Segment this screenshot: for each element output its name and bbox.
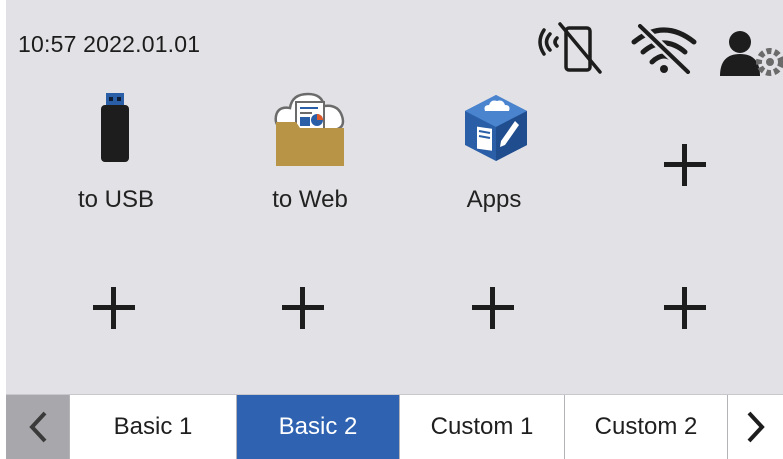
add-shortcut-button[interactable]: [664, 144, 706, 186]
tab-basic-1[interactable]: Basic 1: [69, 395, 236, 459]
chevron-left-icon: [28, 411, 46, 443]
tab-custom-1[interactable]: Custom 1: [399, 395, 564, 459]
add-shortcut-button[interactable]: [472, 287, 514, 329]
usb-drive-icon: [101, 93, 129, 162]
scroll-right-button[interactable]: [727, 395, 783, 459]
tab-custom-2[interactable]: Custom 2: [564, 395, 727, 459]
shortcut-label: Apps: [466, 186, 522, 213]
tab-bar: Basic 1 Basic 2 Custom 1 Custom 2: [6, 394, 783, 459]
apps-cube-icon: [465, 95, 527, 161]
add-shortcut-button[interactable]: [93, 287, 135, 329]
home-screen: 10:57 2022.01.01 to USB to Web Apps: [6, 0, 783, 394]
web-folder-icon: [274, 92, 345, 166]
add-shortcut-button[interactable]: [664, 287, 706, 329]
shortcut-label: to Web: [272, 186, 348, 213]
scroll-left-button[interactable]: [6, 395, 69, 459]
user-settings-icon[interactable]: [716, 28, 783, 78]
shortcut-apps[interactable]: Apps: [408, 0, 580, 240]
shortcut-to-usb[interactable]: to USB: [30, 0, 202, 240]
chevron-right-icon: [747, 411, 765, 443]
wifi-off-icon: [631, 24, 697, 74]
add-shortcut-button[interactable]: [282, 287, 324, 329]
tab-basic-2[interactable]: Basic 2: [236, 395, 399, 459]
shortcut-label: to USB: [77, 186, 155, 213]
shortcut-to-web[interactable]: to Web: [224, 0, 396, 240]
